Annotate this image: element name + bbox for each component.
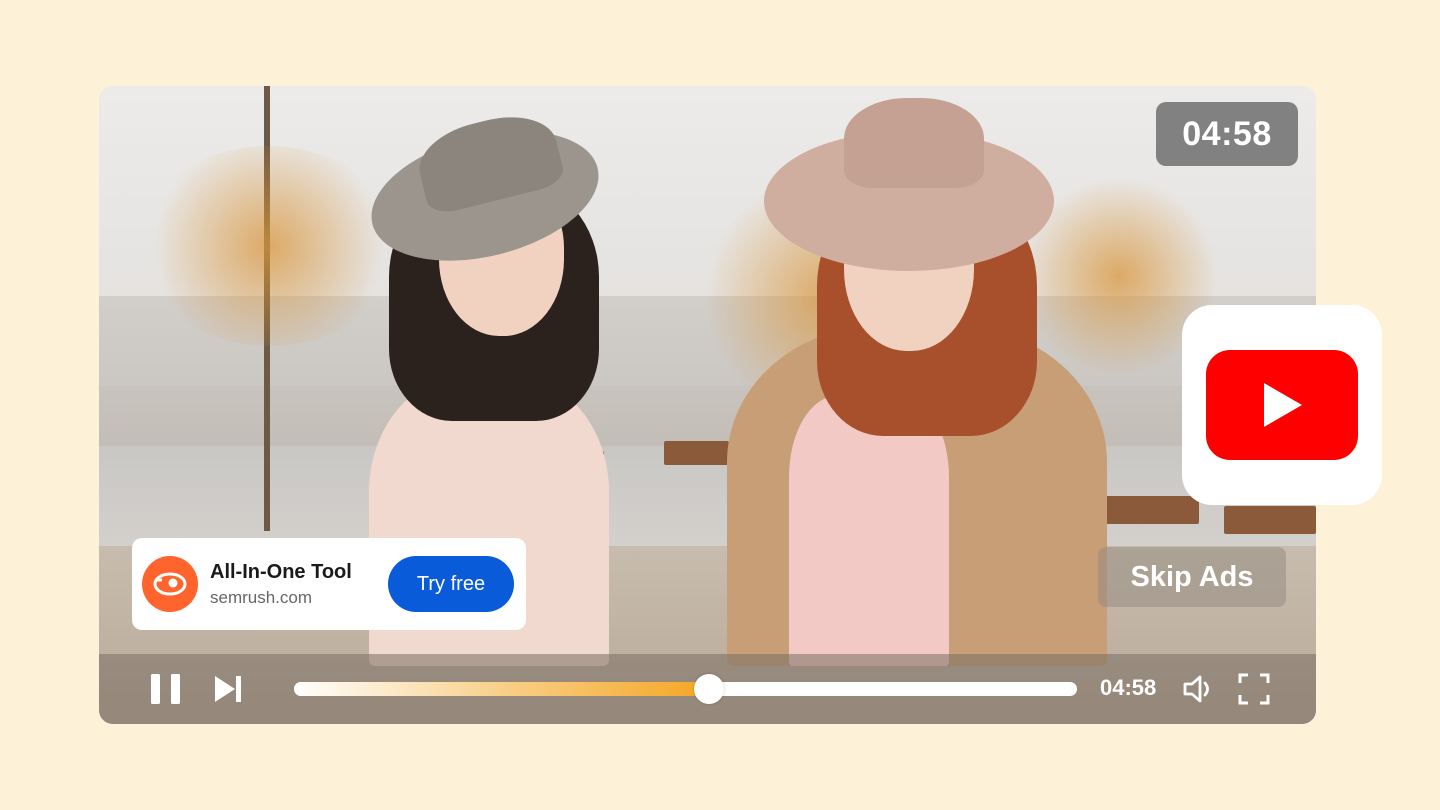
ad-domain: semrush.com	[210, 588, 313, 607]
player-control-bar: 04:58	[99, 654, 1316, 724]
try-free-button[interactable]: Try free	[388, 556, 514, 612]
ad-info: All-In-One Tool semrush.com	[210, 560, 388, 608]
fullscreen-icon[interactable]	[1238, 673, 1270, 705]
ad-title: All-In-One Tool	[210, 561, 352, 583]
current-time-label: 04:58	[1100, 675, 1157, 700]
video-frame-bench	[1224, 506, 1316, 534]
volume-icon[interactable]	[1182, 672, 1216, 706]
youtube-badge	[1182, 305, 1382, 505]
progress-bar[interactable]	[294, 682, 1077, 696]
skip-next-icon[interactable]	[213, 674, 243, 704]
pause-icon[interactable]	[149, 673, 183, 705]
youtube-logo-icon	[1206, 350, 1358, 460]
ad-countdown-timer: 04:58	[1156, 102, 1298, 166]
skip-ads-button[interactable]: Skip Ads	[1098, 547, 1286, 607]
sponsored-ad-card[interactable]: All-In-One Tool semrush.com Try free	[132, 538, 526, 630]
semrush-logo-icon	[142, 556, 198, 612]
progress-scrubber-handle[interactable]	[693, 674, 724, 704]
video-frame-foliage	[139, 146, 399, 346]
video-frame-bench	[664, 441, 729, 465]
video-player[interactable]: 04:58 All-In-One Tool semrush.com Try fr…	[99, 86, 1316, 724]
progress-bar-fill	[294, 682, 709, 696]
